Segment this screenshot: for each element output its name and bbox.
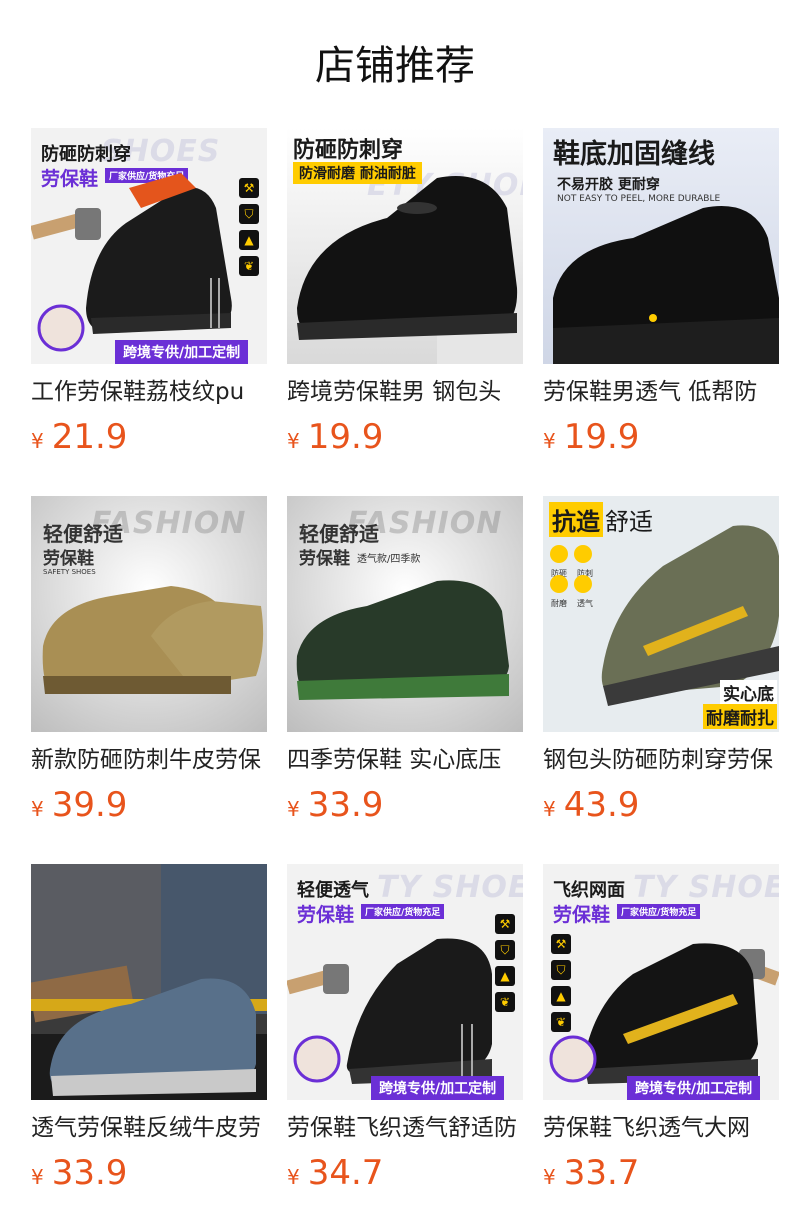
product-name[interactable]: 劳保鞋男透气 低帮防: [543, 374, 779, 410]
product-image[interactable]: TY SHOES 飞织网面 劳保鞋 厂家供应/货物充足 ⚒ ⛉ ▲ ❦: [543, 864, 779, 1100]
hammer-icon: ⚒: [239, 178, 259, 198]
shop-recommendations-page: 店铺推荐 SHOES 防砸防刺穿 劳保鞋 厂家供应/货物充足 ⚒ ⛉ ▲ ❦ 跨…: [0, 0, 790, 1232]
suede-slip-on-image: [42, 586, 264, 694]
product-card[interactable]: ETY SHOES 防砸防刺穿 防滑耐磨 耐油耐脏 跨境劳保鞋男 钢包头 ¥19…: [287, 128, 523, 496]
price-amount: 21.9: [51, 417, 128, 457]
shield-icon: ⛉: [239, 204, 259, 224]
image-banner: 跨境专供/加工定制: [115, 340, 249, 364]
currency-symbol: ¥: [287, 429, 300, 453]
product-card[interactable]: TY SHOES 飞织网面 劳保鞋 厂家供应/货物充足 ⚒ ⛉ ▲ ❦: [543, 864, 779, 1232]
price-amount: 19.9: [563, 417, 640, 457]
green-sole-shoe-image: [296, 580, 509, 700]
image-banner: 跨境专供/加工定制: [371, 1076, 505, 1100]
currency-symbol: ¥: [31, 797, 44, 821]
product-image[interactable]: [31, 864, 267, 1100]
product-image[interactable]: 鞋底加固缝线 不易开胶 更耐穿 NOT EASY TO PEEL, MORE D…: [543, 128, 779, 364]
product-card[interactable]: 透气劳保鞋反绒牛皮劳 ¥33.9: [31, 864, 267, 1232]
feature-icons: ⚒ ⛉ ▲ ❦: [239, 178, 259, 276]
product-name[interactable]: 劳保鞋飞织透气舒适防: [287, 1110, 523, 1146]
product-image[interactable]: TY SHOES 轻便透气 劳保鞋 厂家供应/货物充足 ⚒ ⛉ ▲: [287, 864, 523, 1100]
product-price: ¥34.7: [287, 1150, 523, 1202]
currency-symbol: ¥: [543, 1165, 556, 1189]
product-card[interactable]: FASHION 轻便舒适 劳保鞋 SAFETY SHOES 新款防砸防刺牛皮劳保…: [31, 496, 267, 864]
product-grid: SHOES 防砸防刺穿 劳保鞋 厂家供应/货物充足 ⚒ ⛉ ▲ ❦ 跨境专供/加…: [31, 128, 779, 1232]
product-card[interactable]: TY SHOES 轻便透气 劳保鞋 厂家供应/货物充足 ⚒ ⛉ ▲: [287, 864, 523, 1232]
page-title: 店铺推荐: [315, 43, 475, 89]
boot-icon: ▲: [495, 966, 515, 986]
product-name[interactable]: 工作劳保鞋荔枝纹pu: [31, 374, 267, 410]
image-badge-2: 耐磨耐扎: [703, 704, 777, 729]
product-name[interactable]: 钢包头防砸防刺穿劳保: [543, 742, 779, 778]
feature-icons: ⚒ ⛉ ▲ ❦: [551, 934, 571, 1032]
work-shoe-image: [297, 176, 523, 364]
product-name[interactable]: 劳保鞋飞织透气大网: [543, 1110, 779, 1146]
currency-symbol: ¥: [543, 429, 556, 453]
shield-icon: ⛉: [551, 960, 571, 980]
feature-icons: ⚒ ⛉ ▲ ❦: [495, 914, 515, 1012]
product-name[interactable]: 四季劳保鞋 实心底压: [287, 742, 523, 778]
product-name[interactable]: 新款防砸防刺牛皮劳保: [31, 742, 267, 778]
product-image[interactable]: FASHION 轻便舒适 劳保鞋 SAFETY SHOES: [31, 496, 267, 732]
leaf-icon: ❦: [495, 992, 515, 1012]
product-price: ¥21.9: [31, 414, 267, 466]
product-name[interactable]: 跨境劳保鞋男 钢包头: [287, 374, 523, 410]
currency-symbol: ¥: [287, 1165, 300, 1189]
price-amount: 39.9: [51, 785, 128, 825]
hammer-icon: ⚒: [551, 934, 571, 954]
currency-symbol: ¥: [31, 1165, 44, 1189]
image-badge: 实心底: [720, 680, 777, 705]
boot-icon: ▲: [239, 230, 259, 250]
product-card[interactable]: FASHION 轻便舒适 劳保鞋 透气款/四季款 四季劳保鞋 实心底压 ¥33.…: [287, 496, 523, 864]
product-price: ¥33.9: [287, 782, 523, 834]
currency-symbol: ¥: [287, 797, 300, 821]
hammer-icon: ⚒: [495, 914, 515, 934]
mesh-shoe-image: [549, 943, 779, 1084]
leaf-icon: ❦: [551, 1012, 571, 1032]
price-amount: 33.7: [563, 1153, 640, 1193]
product-price: ¥39.9: [31, 782, 267, 834]
product-card[interactable]: SHOES 防砸防刺穿 劳保鞋 厂家供应/货物充足 ⚒ ⛉ ▲ ❦ 跨境专供/加…: [31, 128, 267, 496]
product-price: ¥33.9: [31, 1150, 267, 1202]
product-price: ¥19.9: [287, 414, 523, 466]
product-card[interactable]: 抗造 舒适 防砸 防刺 耐磨 透气 实心底 耐磨耐扎 钢包头防砸防刺穿劳保 ¥ …: [543, 496, 779, 864]
leaf-icon: ❦: [239, 256, 259, 276]
product-price: ¥33.7: [543, 1150, 779, 1202]
price-amount: 19.9: [307, 417, 384, 457]
boot-icon: ▲: [551, 986, 571, 1006]
low-cut-shoe-image: [553, 206, 779, 364]
product-name[interactable]: 透气劳保鞋反绒牛皮劳: [31, 1110, 267, 1146]
product-image[interactable]: FASHION 轻便舒适 劳保鞋 透气款/四季款: [287, 496, 523, 732]
suede-hiker-scene-image: [31, 864, 267, 1100]
product-card[interactable]: 鞋底加固缝线 不易开胶 更耐穿 NOT EASY TO PEEL, MORE D…: [543, 128, 779, 496]
price-amount: 43.9: [563, 785, 640, 825]
currency-symbol: ¥: [31, 429, 44, 453]
image-banner: 跨境专供/加工定制: [627, 1076, 761, 1100]
product-image[interactable]: SHOES 防砸防刺穿 劳保鞋 厂家供应/货物充足 ⚒ ⛉ ▲ ❦ 跨境专供/加…: [31, 128, 267, 364]
currency-symbol: ¥: [543, 797, 556, 821]
product-price: ¥43.9: [543, 782, 779, 834]
product-price: ¥19.9: [543, 414, 779, 466]
flyknit-shoe-image: [287, 938, 492, 1084]
price-amount: 33.9: [307, 785, 384, 825]
price-amount: 34.7: [307, 1153, 384, 1193]
shield-icon: ⛉: [495, 940, 515, 960]
product-image[interactable]: 抗造 舒适 防砸 防刺 耐磨 透气 实心底 耐磨耐扎: [543, 496, 779, 732]
safety-boot-image: [31, 173, 232, 352]
product-image[interactable]: ETY SHOES 防砸防刺穿 防滑耐磨 耐油耐脏: [287, 128, 523, 364]
price-amount: 33.9: [51, 1153, 128, 1193]
